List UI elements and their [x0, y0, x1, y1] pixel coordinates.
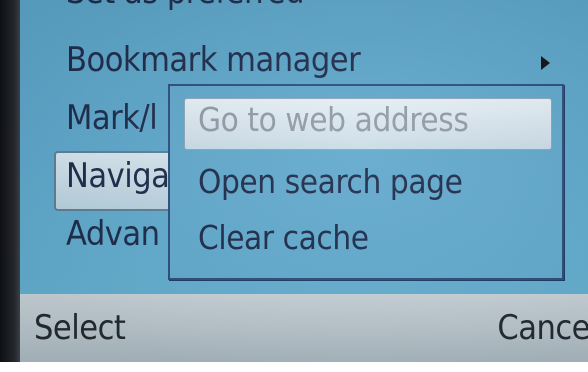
- photo-border: [0, 362, 588, 372]
- menu-item-label: Bookmark manager: [66, 40, 361, 80]
- chevron-right-icon: [541, 56, 550, 70]
- phone-bezel: [0, 0, 20, 372]
- menu-item-label: Naviga: [66, 156, 170, 196]
- menu-item-label: Set as preferred: [66, 0, 305, 12]
- menu-item-label: Mark/l: [66, 98, 158, 138]
- submenu-item-label: Open search page: [198, 162, 463, 201]
- cancel-softkey[interactable]: Cancel: [497, 308, 588, 348]
- submenu-item-label: Go to web address: [198, 100, 469, 139]
- menu-item-bookmark-manager[interactable]: Bookmark manager: [66, 40, 361, 80]
- select-softkey[interactable]: Select: [34, 308, 126, 348]
- menu-item-advanced[interactable]: Advan: [66, 214, 160, 254]
- phone-frame: Set as preferred Bookmark manager Mark/l…: [0, 0, 588, 372]
- menu-item-label: Advan: [66, 214, 160, 254]
- navigation-submenu: Go to web address Open search page Clear…: [168, 84, 564, 280]
- submenu-item-clear-cache[interactable]: Clear cache: [198, 218, 369, 257]
- menu-item-mark[interactable]: Mark/l: [66, 98, 158, 138]
- phone-screen: Set as preferred Bookmark manager Mark/l…: [20, 0, 588, 362]
- menu-item-set-as-preferred[interactable]: Set as preferred: [66, 0, 305, 12]
- submenu-item-open-search-page[interactable]: Open search page: [198, 162, 463, 201]
- submenu-item-go-to-web-address[interactable]: Go to web address: [198, 100, 469, 139]
- menu-item-navigation[interactable]: Naviga: [66, 156, 170, 196]
- softkey-bar: Select Cancel: [20, 294, 588, 362]
- submenu-item-label: Clear cache: [198, 218, 369, 257]
